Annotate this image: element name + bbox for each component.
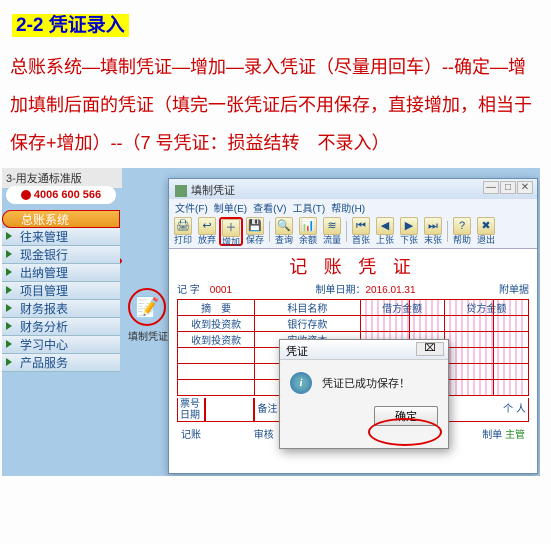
nav-item-3[interactable]: 出纳管理 xyxy=(2,264,120,282)
voucher-body: 记 账 凭 证 记 字 0001 制单日期：2016.01.31 附单据 摘 要… xyxy=(169,249,537,473)
doc-heading: 2-2 凭证录入 xyxy=(0,0,551,43)
document-pencil-icon: 📝 xyxy=(135,295,160,320)
table-header-row: 摘 要科目名称借方金额贷方金额 xyxy=(178,300,529,316)
nav-item-4[interactable]: 项目管理 xyxy=(2,282,120,300)
close-button[interactable]: ✕ xyxy=(517,181,533,194)
nav-item-5[interactable]: 财务报表 xyxy=(2,300,120,318)
voucher-menubar[interactable]: 文件(F)制单(E)查看(V)工具(T)帮助(H) xyxy=(169,199,537,215)
section-number: 2-2 凭证录入 xyxy=(12,14,129,37)
dialog-close-button[interactable]: ⌧ xyxy=(416,342,444,356)
annotation-ellipse-icon: 📝 xyxy=(128,288,166,326)
instruction-text: 总账系统—填制凭证—增加—录入凭证（尽量用回车）--确定—增加填制后面的凭证（填… xyxy=(0,43,551,168)
tbtn-flow[interactable]: ≋流量 xyxy=(320,217,344,246)
voucher-shortcut[interactable]: 📝 填制凭证 xyxy=(128,288,168,343)
voucher-window: 填制凭证 —□✕ 文件(F)制单(E)查看(V)工具(T)帮助(H) 🖨打印 ↩… xyxy=(168,178,538,474)
tbtn-add[interactable]: ＋增加 xyxy=(219,217,243,246)
voucher-meta-row: 记 字 0001 制单日期：2016.01.31 附单据 xyxy=(177,281,529,296)
tbtn-balance[interactable]: 📊余额 xyxy=(296,217,320,246)
tbtn-help[interactable]: ?帮助 xyxy=(450,217,474,246)
tbtn-exit[interactable]: ✖退出 xyxy=(474,217,498,246)
embedded-screenshot: 3-用友通标准版 4006 600 566 总账系统 往来管理 现金银行 出纳管… xyxy=(2,168,540,476)
dialog-titlebar[interactable]: 凭证 ⌧ xyxy=(280,340,448,360)
info-icon: i xyxy=(290,372,312,394)
dialog-message: 凭证已成功保存！ xyxy=(322,375,410,391)
tbtn-next[interactable]: ▶下张 xyxy=(397,217,421,246)
voucher-toolbar: 🖨打印 ↩放弃 ＋增加 💾保存 🔍查询 📊余额 ≋流量 ⏮首张 ◀上张 ▶下张 … xyxy=(169,215,537,249)
voucher-title-text: 记 账 凭 证 xyxy=(177,253,529,279)
nav-item-1[interactable]: 往来管理 xyxy=(2,228,120,246)
tbtn-discard[interactable]: ↩放弃 xyxy=(195,217,219,246)
phone-banner: 4006 600 566 xyxy=(6,186,116,204)
tbtn-print[interactable]: 🖨打印 xyxy=(171,217,195,246)
nav-item-7[interactable]: 学习中心 xyxy=(2,336,120,354)
voucher-window-titlebar[interactable]: 填制凭证 —□✕ xyxy=(169,179,537,199)
tbtn-query[interactable]: 🔍查询 xyxy=(272,217,296,246)
dialog-body: i 凭证已成功保存！ xyxy=(280,360,448,406)
tbtn-last[interactable]: ⏭末张 xyxy=(421,217,445,246)
nav-item-8[interactable]: 产品服务 xyxy=(2,354,120,372)
app-icon xyxy=(175,185,187,197)
nav-item-general-ledger[interactable]: 总账系统 xyxy=(2,210,120,228)
sidebar-nav: 总账系统 往来管理 现金银行 出纳管理 项目管理 财务报表 财务分析 学习中心 … xyxy=(2,210,120,372)
nav-item-6[interactable]: 财务分析 xyxy=(2,318,120,336)
minimize-button[interactable]: — xyxy=(483,181,499,194)
table-row[interactable]: 收到投资款银行存款 xyxy=(178,316,529,332)
tbtn-save[interactable]: 💾保存 xyxy=(243,217,267,246)
save-success-dialog: 凭证 ⌧ i 凭证已成功保存！ 确定 xyxy=(279,339,449,449)
app-title: 3-用友通标准版 xyxy=(2,168,122,188)
maximize-button[interactable]: □ xyxy=(500,181,516,194)
dialog-ok-button[interactable]: 确定 xyxy=(374,406,438,426)
voucher-shortcut-label: 填制凭证 xyxy=(128,328,168,343)
tbtn-first[interactable]: ⏮首张 xyxy=(349,217,373,246)
tbtn-prev[interactable]: ◀上张 xyxy=(373,217,397,246)
nav-item-2[interactable]: 现金银行 xyxy=(2,246,120,264)
